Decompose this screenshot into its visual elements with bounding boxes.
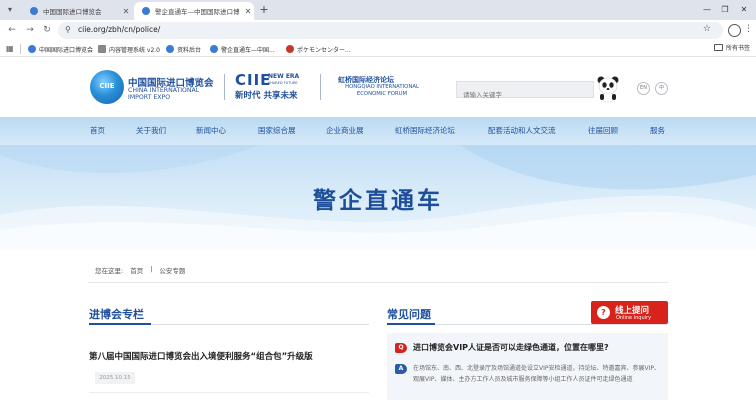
site-info-icon[interactable]: ⚲ <box>65 25 71 34</box>
pen-icon <box>98 45 106 53</box>
section-underline <box>387 323 435 325</box>
divider <box>320 74 321 100</box>
forum-en-line: ECONOMIC FORUM <box>356 90 408 97</box>
section-title-faq: 常见问题 <box>387 308 431 321</box>
profile-icon[interactable] <box>728 24 741 37</box>
bookmark-label: ポケモンセンター... <box>297 46 351 54</box>
all-bookmarks-button[interactable]: 所有书签 <box>714 43 750 52</box>
bookmark-item[interactable]: 警企直通车—中国... <box>210 43 275 55</box>
bookmark-star-icon[interactable]: ☆ <box>703 24 711 34</box>
logo-en-line: CHINA INTERNATIONAL <box>128 87 200 94</box>
new-tab-button[interactable]: + <box>258 4 270 16</box>
ciie-globe-logo-icon[interactable]: CIIE <box>90 70 124 104</box>
article-link[interactable]: 第八届中国国际进口博览会出入境便利服务“组合包”升级版 <box>89 350 313 362</box>
maximize-icon[interactable]: ❐ <box>718 3 732 17</box>
ciie-favicon-icon <box>30 7 38 15</box>
nav-item-events[interactable]: 配套活动和人文交流 <box>488 125 556 136</box>
question-badge: Q <box>395 343 407 353</box>
globe-icon <box>166 45 174 53</box>
pokeball-icon <box>286 45 294 53</box>
faq-answer: 在场馆东、南、西、北登录厅及场馆通道处设立VIP安检通道，持论坛、特邀嘉宾、参展… <box>413 365 660 383</box>
browser-tab-ciie[interactable]: 中国国际进口博览会 ✕ <box>22 2 132 20</box>
nav-item-hongqiao-forum[interactable]: 虹桥国际经济论坛 <box>395 125 455 136</box>
section-title-ciie-column: 进博会专栏 <box>89 308 144 321</box>
ciie-favicon-icon <box>210 45 218 53</box>
apps-grid-icon[interactable]: ▦ <box>6 44 14 53</box>
bookmark-item[interactable]: ポケモンセンター... <box>286 43 351 55</box>
address-bar[interactable]: ⚲ ciie.org/zbh/cn/police/ ☆ <box>58 22 723 39</box>
bookmark-label: 中国国际进口博览会 <box>39 46 94 54</box>
answer-badge: A <box>395 364 407 374</box>
new-era-label: NEW ERA <box>268 73 300 80</box>
forward-icon[interactable]: → <box>24 24 36 37</box>
bookmark-label: 资料后台 <box>177 46 202 54</box>
folder-icon <box>714 44 723 51</box>
back-icon[interactable]: ← <box>6 24 18 37</box>
nav-item-home[interactable]: 首页 <box>90 125 105 136</box>
forum-title-en: HONGQIAO INTERNATIONAL ECONOMIC FORUM <box>330 84 434 97</box>
slogan-cn: 新时代 共享未来 <box>235 91 298 101</box>
tab-label: 中国国际进口博览会 <box>43 8 102 16</box>
online-inquiry-button[interactable]: ? 线上提问 Online inquiry <box>591 301 668 324</box>
article-date: 2025.10.15 <box>95 372 135 384</box>
divider <box>20 44 21 54</box>
tab-label: 警企直通车—中国国际进口博 <box>155 8 240 16</box>
logo-title-en: CHINA INTERNATIONAL IMPORT EXPO <box>128 87 199 101</box>
page-banner: 警企直通车 <box>0 145 756 250</box>
panda-mascot-icon <box>597 76 619 103</box>
inquiry-label-en: Online inquiry <box>616 315 652 321</box>
all-bookmarks-label: 所有书签 <box>726 45 751 52</box>
search-input[interactable] <box>457 87 593 103</box>
url-text: ciie.org/zbh/cn/police/ <box>78 25 161 34</box>
browser-tab-police[interactable]: 警企直通车—中国国际进口博 ✕ <box>134 2 254 20</box>
reload-icon[interactable]: ↻ <box>41 24 53 37</box>
tab-search-icon[interactable]: ▾ <box>4 4 16 16</box>
bookmark-item[interactable]: 内容管理系统 v2.0 <box>98 43 160 55</box>
lang-en-button[interactable]: EN <box>637 82 650 95</box>
divider <box>89 392 369 393</box>
bookmark-label: 内容管理系统 v2.0 <box>109 46 161 54</box>
breadcrumb-prefix: 您在这里: <box>95 267 124 275</box>
site-header: CIIE 中国国际进口博览会 CHINA INTERNATIONAL IMPOR… <box>0 57 756 117</box>
nav-item-country-expo[interactable]: 国家综合展 <box>258 125 296 136</box>
divider <box>88 282 668 283</box>
breadcrumb: 您在这里: 首页 | 公安专题 <box>95 265 185 275</box>
nav-item-about[interactable]: 关于我们 <box>136 125 166 136</box>
divider <box>224 74 225 100</box>
tab-close-icon[interactable]: ✕ <box>242 7 254 16</box>
browser-toolbar: ← → ↻ ⚲ ciie.org/zbh/cn/police/ ☆ ⋮ <box>0 20 756 41</box>
bookmark-label: 警企直通车—中国... <box>221 46 275 54</box>
breadcrumb-home[interactable]: 首页 <box>130 265 143 275</box>
question-icon: ? <box>597 306 610 319</box>
section-underline <box>89 323 151 325</box>
nav-item-past-editions[interactable]: 往届回顾 <box>588 125 618 136</box>
ciie-wordmark: CIIE <box>235 71 272 89</box>
breadcrumb-current[interactable]: 公安专题 <box>159 265 185 275</box>
logo-en-line: IMPORT EXPO <box>128 94 171 101</box>
lang-cn-button[interactable]: 中 <box>655 82 668 95</box>
logo-badge: CIIE <box>99 82 115 90</box>
bookmarks-bar: ▦ 中国国际进口博览会 内容管理系统 v2.0 资料后台 警企直通车—中国...… <box>0 41 756 57</box>
ciie-favicon-icon <box>28 45 36 53</box>
nav-item-services[interactable]: 服务 <box>650 125 665 136</box>
minimize-icon[interactable]: — <box>700 3 714 17</box>
menu-kebab-icon[interactable]: ⋮ <box>744 24 753 34</box>
nav-item-business-expo[interactable]: 企业商业展 <box>326 125 364 136</box>
browser-tab-strip: ▾ 中国国际进口博览会 ✕ 警企直通车—中国国际进口博 ✕ + — ❐ ✕ <box>0 0 756 20</box>
banner-title: 警企直通车 <box>313 188 443 214</box>
faq-question[interactable]: 进口博览会VIP人证是否可以走绿色通道，位置在哪里? <box>413 342 609 353</box>
bookmark-item[interactable]: 中国国际进口博览会 <box>28 43 93 55</box>
site-search <box>456 81 594 103</box>
tab-close-icon[interactable]: ✕ <box>120 7 132 16</box>
nav-item-news[interactable]: 新闻中心 <box>196 125 226 136</box>
bookmark-item[interactable]: 资料后台 <box>166 43 201 55</box>
close-window-icon[interactable]: ✕ <box>737 3 751 17</box>
ciie-favicon-icon <box>142 7 150 15</box>
breadcrumb-separator: | <box>150 265 153 273</box>
shared-future-label: SHARED FUTURE <box>268 81 298 85</box>
forum-en-line: HONGQIAO INTERNATIONAL <box>345 84 419 90</box>
main-nav: 首页 关于我们 新闻中心 国家综合展 企业商业展 虹桥国际经济论坛 配套活动和人… <box>0 117 756 145</box>
